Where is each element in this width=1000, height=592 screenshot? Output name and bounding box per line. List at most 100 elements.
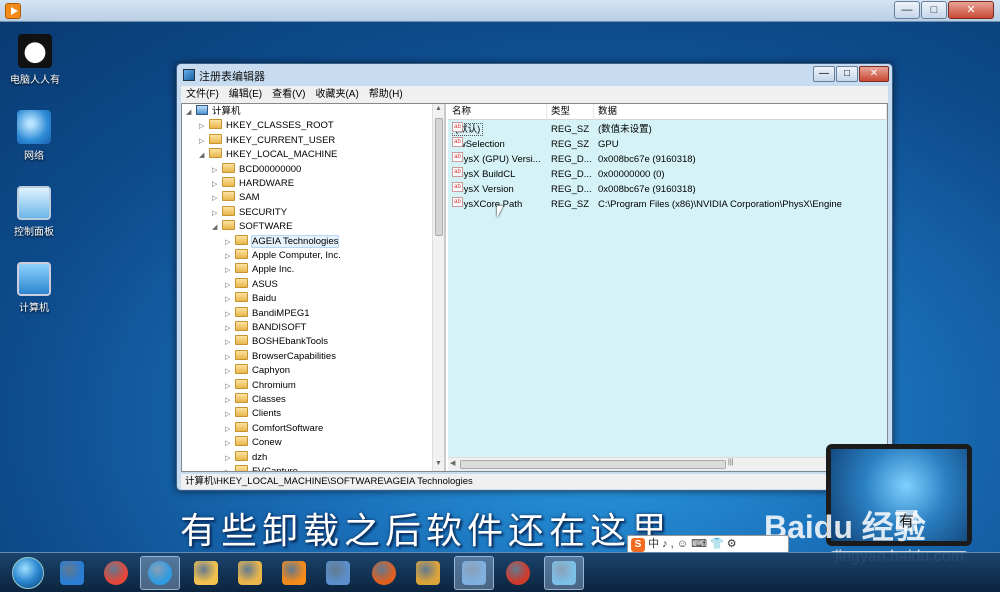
ime-toolbar[interactable]: S 中 ♪ , ☺ ⌨ 👕 ⚙ bbox=[627, 535, 789, 553]
tree-item[interactable]: ◢ SOFTWARE bbox=[212, 220, 292, 234]
start-button[interactable] bbox=[12, 557, 44, 589]
collapsed-arrow-icon[interactable]: ▷ bbox=[225, 293, 235, 307]
value-row[interactable]: ab HwSelection REG_SZ GPU bbox=[448, 137, 887, 152]
tree-item[interactable]: ▷ FVCapture bbox=[225, 465, 298, 471]
collapsed-arrow-icon[interactable]: ▷ bbox=[225, 380, 235, 394]
tree-item[interactable]: ▷ Clients bbox=[225, 407, 281, 421]
tree-item[interactable]: ▷ SAM bbox=[212, 191, 260, 205]
outer-minimize-button[interactable]: — bbox=[894, 1, 920, 19]
collapsed-arrow-icon[interactable]: ▷ bbox=[212, 164, 222, 178]
taskbar-button[interactable] bbox=[364, 556, 404, 590]
taskbar-button[interactable] bbox=[544, 556, 584, 590]
scroll-left-arrow-icon[interactable]: ◀ bbox=[450, 459, 455, 467]
tree-item[interactable]: ▷ AGEIA Technologies bbox=[225, 234, 340, 250]
tree-scroll-thumb[interactable] bbox=[435, 118, 443, 236]
value-row[interactable]: ab (默认) REG_SZ (数值未设置) bbox=[448, 122, 887, 137]
tree-item[interactable]: ▷ Conew bbox=[225, 436, 282, 450]
collapsed-arrow-icon[interactable]: ▷ bbox=[199, 120, 209, 134]
regedit-titlebar[interactable]: 注册表编辑器 — □ ✕ bbox=[177, 64, 892, 86]
collapsed-arrow-icon[interactable]: ▷ bbox=[225, 308, 235, 322]
taskbar-button[interactable] bbox=[318, 556, 358, 590]
collapsed-arrow-icon[interactable]: ▷ bbox=[225, 437, 235, 451]
taskbar-button[interactable] bbox=[230, 556, 270, 590]
tree-item[interactable]: ▷ HARDWARE bbox=[212, 177, 294, 191]
scroll-up-arrow-icon[interactable]: ▲ bbox=[435, 105, 442, 112]
scroll-down-arrow-icon[interactable]: ▼ bbox=[435, 460, 442, 467]
expanded-arrow-icon[interactable]: ◢ bbox=[212, 221, 222, 235]
tree-item[interactable]: ▷ Baidu bbox=[225, 292, 276, 306]
value-row[interactable]: ab PhysX Version REG_D... 0x008bc67e (91603… bbox=[448, 182, 887, 197]
menu-help[interactable]: 帮助(H) bbox=[364, 86, 408, 103]
taskbar-button[interactable] bbox=[96, 556, 136, 590]
collapsed-arrow-icon[interactable]: ▷ bbox=[225, 264, 235, 278]
taskbar-button[interactable] bbox=[52, 556, 92, 590]
taskbar-button[interactable] bbox=[408, 556, 448, 590]
tree-item[interactable]: ◢ 计算机 bbox=[186, 105, 241, 119]
value-row[interactable]: ab PhysXCore Path REG_SZ C:\Program Files (… bbox=[448, 197, 887, 212]
menu-view[interactable]: 查看(V) bbox=[267, 86, 310, 103]
collapsed-arrow-icon[interactable]: ▷ bbox=[225, 408, 235, 422]
values-horizontal-scrollbar[interactable]: ◀ ||| ▶ bbox=[448, 457, 887, 470]
collapsed-arrow-icon[interactable]: ▷ bbox=[225, 452, 235, 466]
desktop-icon-panda[interactable]: 电脑人人有 bbox=[5, 34, 65, 86]
taskbar-button[interactable] bbox=[454, 556, 494, 590]
column-header-name[interactable]: 名称 bbox=[448, 104, 547, 120]
collapsed-arrow-icon[interactable]: ▷ bbox=[212, 178, 222, 192]
tree-item[interactable]: ▷ Apple Computer, Inc. bbox=[225, 249, 341, 263]
tree-vertical-scrollbar[interactable]: ▲ ▼ bbox=[432, 104, 444, 471]
tree-item[interactable]: ▷ HKEY_CLASSES_ROOT bbox=[199, 119, 334, 133]
outer-maximize-button[interactable]: □ bbox=[921, 1, 947, 19]
outer-close-button[interactable]: ✕ bbox=[948, 1, 994, 19]
tree-item[interactable]: ▷ SECURITY bbox=[212, 205, 287, 221]
collapsed-arrow-icon[interactable]: ▷ bbox=[225, 394, 235, 408]
tree-item[interactable]: ▷ BrowserCapabilities bbox=[225, 349, 336, 365]
collapsed-arrow-icon[interactable]: ▷ bbox=[199, 135, 209, 149]
regedit-maximize-button[interactable]: □ bbox=[836, 66, 858, 82]
tree-item[interactable]: ▷ Caphyon bbox=[225, 364, 290, 378]
collapsed-arrow-icon[interactable]: ▷ bbox=[225, 336, 235, 350]
tree-item[interactable]: ▷ BOSHEbankTools bbox=[225, 335, 328, 349]
menu-file[interactable]: 文件(F) bbox=[181, 86, 224, 103]
tree-item[interactable]: ◢ HKEY_LOCAL_MACHINE bbox=[199, 148, 337, 162]
tree-item[interactable]: ▷ dzh bbox=[225, 450, 267, 466]
taskbar-button[interactable] bbox=[498, 556, 538, 590]
column-header-data[interactable]: 数据 bbox=[594, 104, 887, 120]
collapsed-arrow-icon[interactable]: ▷ bbox=[225, 351, 235, 365]
desktop-icon-computer[interactable]: 计算机 bbox=[4, 262, 64, 314]
menu-edit[interactable]: 编辑(E) bbox=[224, 86, 267, 103]
collapsed-arrow-icon[interactable]: ▷ bbox=[225, 250, 235, 264]
desktop-icon-network[interactable]: 网络 bbox=[4, 110, 64, 162]
menu-favorites[interactable]: 收藏夹(A) bbox=[310, 86, 363, 103]
taskbar-button[interactable] bbox=[140, 556, 180, 590]
tree-item[interactable]: ▷ HKEY_CURRENT_USER bbox=[199, 133, 335, 149]
collapsed-arrow-icon[interactable]: ▷ bbox=[225, 236, 235, 250]
tree-item[interactable]: ▷ Chromium bbox=[225, 378, 296, 394]
expanded-arrow-icon[interactable]: ◢ bbox=[199, 149, 209, 163]
regedit-minimize-button[interactable]: — bbox=[813, 66, 835, 82]
regedit-close-button[interactable]: ✕ bbox=[859, 66, 889, 82]
tree-item[interactable]: ▷ BandiMPEG1 bbox=[225, 306, 310, 322]
tree-item[interactable]: ▷ BCD00000000 bbox=[212, 162, 301, 178]
collapsed-arrow-icon[interactable]: ▷ bbox=[225, 322, 235, 336]
tree-item[interactable]: ▷ ComfortSoftware bbox=[225, 421, 323, 437]
collapsed-arrow-icon[interactable]: ▷ bbox=[212, 192, 222, 206]
value-row[interactable]: ab PhysX BuildCL REG_D... 0x00000000 (0) bbox=[448, 167, 887, 182]
ime-mode[interactable]: 中 bbox=[648, 538, 659, 550]
column-header-type[interactable]: 类型 bbox=[547, 104, 594, 120]
tree-item[interactable]: ▷ Classes bbox=[225, 393, 286, 407]
expanded-arrow-icon[interactable]: ◢ bbox=[186, 106, 196, 120]
collapsed-arrow-icon[interactable]: ▷ bbox=[225, 466, 235, 471]
desktop-icon-control-panel[interactable]: 控制面板 bbox=[4, 186, 64, 238]
collapsed-arrow-icon[interactable]: ▷ bbox=[225, 279, 235, 293]
values-scroll-thumb[interactable] bbox=[460, 460, 726, 469]
tree-item[interactable]: ▷ BANDISOFT bbox=[225, 321, 306, 335]
ime-tools[interactable]: ♪ , ☺ ⌨ 👕 ⚙ bbox=[662, 538, 737, 550]
collapsed-arrow-icon[interactable]: ▷ bbox=[212, 207, 222, 221]
taskbar-button[interactable] bbox=[274, 556, 314, 590]
collapsed-arrow-icon[interactable]: ▷ bbox=[225, 365, 235, 379]
tree-item[interactable]: ▷ ASUS bbox=[225, 277, 278, 293]
collapsed-arrow-icon[interactable]: ▷ bbox=[225, 423, 235, 437]
taskbar-button[interactable] bbox=[186, 556, 226, 590]
tree-item[interactable]: ▷ Apple Inc. bbox=[225, 263, 294, 277]
value-row[interactable]: ab PhysX (GPU) Versi... REG_D... 0x008bc67e… bbox=[448, 152, 887, 167]
